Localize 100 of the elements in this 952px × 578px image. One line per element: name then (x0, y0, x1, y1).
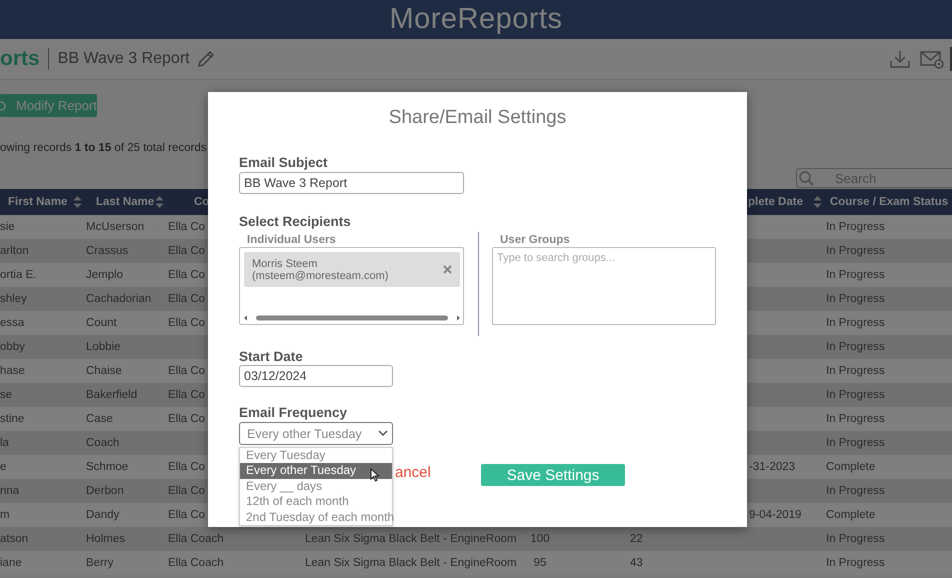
table-cell: obby (0, 341, 25, 353)
close-icon[interactable] (443, 265, 452, 274)
table-cell: Ella Coach (168, 533, 224, 545)
table-cell: In Progress (826, 485, 885, 497)
table-cell: iane (0, 557, 22, 569)
mail-gear-icon[interactable] (920, 49, 944, 69)
field-label: Email Frequency (239, 405, 348, 420)
table-cell: Ella Co (168, 245, 206, 257)
table-cell: 95 (534, 557, 546, 569)
table-cell: 9-04-2019 (749, 509, 802, 521)
table-cell: Holmes (86, 533, 125, 545)
table-cell: Lobbie (86, 341, 121, 353)
dropdown-option[interactable]: Every other Tuesday (240, 463, 392, 479)
table-cell: In Progress (826, 437, 885, 449)
table-cell: In Progress (826, 341, 885, 353)
table-cell: Bakerfield (86, 389, 138, 401)
report-name: BB Wave 3 Report (58, 50, 190, 68)
table-cell: ortia E. (0, 269, 36, 281)
table-cell: Lean Six Sigma Black Belt - EngineRoom (305, 557, 517, 569)
table-cell: 22 (630, 533, 643, 545)
dropdown-option[interactable]: Every Tuesday (240, 448, 392, 464)
table-cell: Ella Co (168, 389, 206, 401)
table-cell: Schmoe (86, 461, 128, 473)
app-title: MoreReports (389, 3, 563, 36)
table-cell: In Progress (826, 245, 885, 257)
chevron-down-icon (378, 430, 388, 437)
cancel-button[interactable]: ancel (395, 464, 431, 481)
table-cell: -31-2023 (749, 461, 796, 473)
save-settings-button[interactable]: Save Settings (481, 464, 625, 486)
table-cell: atson (0, 533, 28, 545)
table-cell: hase (0, 365, 25, 377)
table-cell: arlton (0, 245, 29, 257)
dropdown-option[interactable]: 12th of each month (240, 494, 392, 510)
table-cell: Count (86, 317, 117, 329)
table-cell: In Progress (826, 533, 885, 545)
table-cell: Ella Co (168, 461, 206, 473)
table-cell: stine (0, 413, 24, 425)
table-cell: Cachadorian (86, 293, 152, 305)
section-label: Individual Users (247, 234, 336, 246)
table-cell: Dandy (86, 509, 120, 521)
table-cell: Complete (826, 509, 876, 521)
table-cell: Ella Co (168, 269, 206, 281)
table-cell: In Progress (826, 317, 885, 329)
sort-icon[interactable] (73, 195, 82, 209)
sort-icon[interactable] (155, 195, 164, 209)
table-cell: Ella Co (168, 485, 206, 497)
cursor-icon (370, 468, 380, 482)
table-cell: Chaise (86, 365, 122, 377)
table-cell: e (0, 461, 6, 473)
table-cell: Complete (826, 461, 876, 473)
table-cell: Lean Six Sigma Black Belt - EngineRoom (305, 533, 517, 545)
table-cell: nna (0, 485, 20, 497)
table-cell: Ella Co (168, 413, 206, 425)
table-cell: Case (86, 413, 113, 425)
table-cell: In Progress (826, 365, 885, 377)
table-cell: In Progress (826, 413, 885, 425)
edit-icon[interactable] (196, 50, 215, 68)
table-cell: sie (0, 221, 15, 233)
field-label: Email Subject (239, 155, 328, 170)
table-cell: In Progress (826, 269, 885, 281)
table-cell: Ella Co (168, 221, 206, 233)
dropdown-option[interactable]: 2nd Tuesday of each month (240, 510, 392, 525)
frequency-dropdown[interactable]: Every other Tuesday (239, 422, 393, 445)
table-cell: essa (0, 317, 24, 329)
table-cell: Ella Coach (168, 557, 224, 569)
field-label: Select Recipients (239, 214, 351, 229)
records-summary: owing records 1 to 15 of 25 total records (0, 142, 206, 154)
table-cell: Derbon (86, 485, 124, 497)
table-cell: Berry (86, 557, 114, 569)
search-icon (798, 170, 814, 186)
table-cell: Ella Co (168, 365, 206, 377)
subject-field[interactable]: BB Wave 3 Report (239, 172, 464, 194)
table-cell: In Progress (826, 293, 885, 305)
table-cell: la (0, 437, 9, 449)
download-icon[interactable] (890, 49, 910, 69)
table-cell: Ella Co (168, 293, 206, 305)
sort-icon[interactable] (813, 195, 822, 209)
table-cell: shley (0, 293, 27, 305)
table-cell: Ella Co (168, 317, 206, 329)
users-list-box[interactable]: Morris Steem (msteem@moresteam.com) (239, 247, 464, 325)
date-field[interactable]: 03/12/2024 (239, 365, 393, 387)
column-header[interactable]: Course / Exam Status (830, 196, 948, 208)
column-header[interactable]: plete Date (748, 196, 803, 208)
table-cell: se (0, 389, 12, 401)
table-cell: 100 (530, 533, 550, 545)
column-header[interactable]: Last Name (96, 196, 154, 208)
table-cell: In Progress (826, 389, 885, 401)
groups-search-field[interactable]: Type to search groups... (492, 247, 716, 325)
table-cell: m (0, 509, 10, 521)
field-label: Start Date (239, 349, 303, 364)
table-cell: In Progress (826, 557, 885, 569)
table-cell: 43 (630, 557, 643, 569)
table-cell: Ella Co (168, 509, 206, 521)
table-cell: Jemplo (86, 269, 124, 281)
section-label: User Groups (500, 234, 570, 246)
dropdown-option[interactable]: Every __ days (240, 478, 392, 494)
table-cell: In Progress (826, 221, 885, 233)
table-cell: Coach (86, 437, 120, 449)
column-header[interactable]: First Name (8, 196, 68, 208)
table-cell: Crassus (86, 245, 128, 257)
